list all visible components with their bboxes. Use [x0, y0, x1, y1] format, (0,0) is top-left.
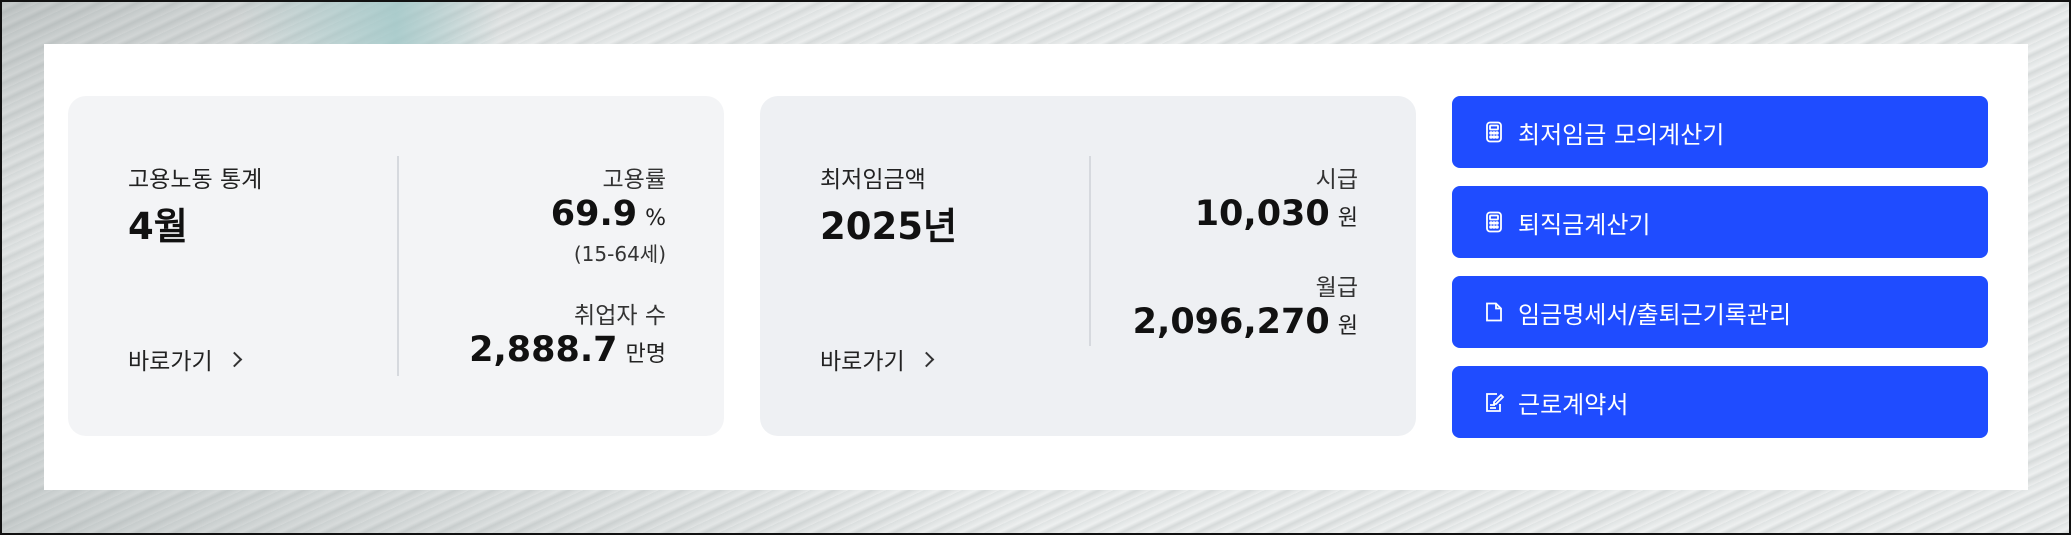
hourly-wage-label: 시급: [1315, 167, 1358, 193]
employment-rate-unit: %: [645, 206, 666, 231]
calculator-icon: [1486, 211, 1502, 233]
go-link-label: 바로가기: [820, 349, 905, 375]
minimum-wage-card: 최저임금액 2025년 시급 10,030 원 월급 2,096,270 원 바로가…: [760, 96, 1416, 436]
monthly-wage-value: 2,096,270: [1132, 302, 1330, 342]
employment-contract-button[interactable]: 근로계약서: [1452, 366, 1988, 438]
card-divider: [397, 156, 399, 376]
monthly-wage-unit: 원: [1337, 314, 1358, 339]
card-divider: [1089, 156, 1091, 346]
go-link-label: 바로가기: [128, 349, 213, 375]
employed-count-value-row: 2,888.7 만명: [469, 330, 666, 370]
button-label: 임금명세서/출퇴근기록관리: [1518, 300, 1792, 329]
minimum-wage-title: 최저임금액: [820, 167, 926, 193]
severance-calculator-button[interactable]: 퇴직금계산기: [1452, 186, 1988, 258]
monthly-wage-label: 월급: [1315, 275, 1358, 301]
employment-stats-card: 고용노동 통계 4월 고용률 69.9% (15-64세) 취업자 수 2,88…: [68, 96, 724, 436]
button-label: 근로계약서: [1518, 390, 1629, 419]
hourly-wage-value: 10,030: [1194, 194, 1330, 234]
background-accent: [240, 2, 500, 44]
chevron-right-icon: [918, 351, 934, 367]
employed-count-value: 2,888.7: [469, 330, 618, 370]
button-label: 최저임금 모의계산기: [1518, 120, 1725, 149]
employed-count-unit: 만명: [625, 342, 666, 367]
contract-edit-icon: [1486, 393, 1505, 412]
calculator-icon: [1486, 121, 1502, 143]
hourly-wage-value-row: 10,030 원: [1195, 194, 1358, 234]
hourly-wage-unit: 원: [1337, 206, 1358, 231]
employed-count-label: 취업자 수: [574, 303, 666, 329]
minimum-wage-go-link[interactable]: 바로가기: [820, 342, 934, 376]
employment-go-link[interactable]: 바로가기: [128, 342, 242, 376]
button-label: 퇴직금계산기: [1518, 210, 1651, 239]
employment-stats-title: 고용노동 통계: [128, 167, 263, 193]
employment-rate-value-row: 69.9%: [551, 194, 666, 234]
minimum-wage-calculator-button[interactable]: 최저임금 모의계산기: [1452, 96, 1988, 168]
payslip-attendance-button[interactable]: 임금명세서/출퇴근기록관리: [1452, 276, 1988, 348]
employment-rate-label: 고용률: [602, 167, 666, 193]
employment-rate-value: 69.9: [550, 194, 638, 234]
chevron-right-icon: [226, 351, 242, 367]
document-icon: [1486, 302, 1502, 322]
quick-info-panel: 고용노동 통계 4월 고용률 69.9% (15-64세) 취업자 수 2,88…: [44, 44, 2028, 490]
employment-stats-month: 4월: [128, 205, 188, 248]
monthly-wage-value-row: 2,096,270 원: [1133, 302, 1358, 342]
minimum-wage-year: 2025년: [820, 205, 958, 248]
employment-rate-note: (15-64세): [573, 242, 666, 266]
